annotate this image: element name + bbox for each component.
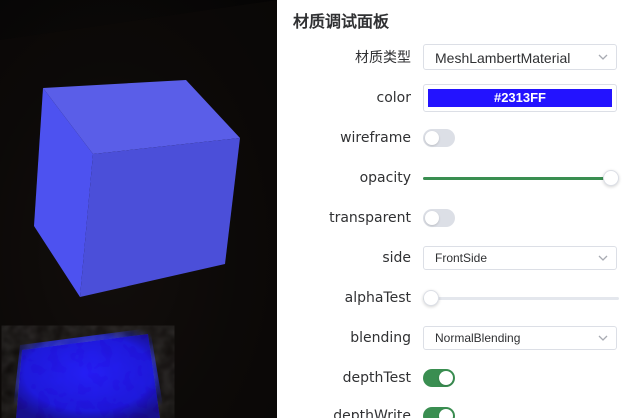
opacity-slider[interactable] — [423, 170, 619, 186]
color-label: color — [376, 90, 411, 106]
transparent-label: transparent — [329, 210, 411, 226]
chevron-down-icon — [598, 255, 608, 261]
opacity-slider-thumb[interactable] — [603, 170, 619, 186]
wireframe-toggle-knob — [425, 131, 439, 145]
row-transparent: transparent — [277, 202, 633, 234]
material-type-label: 材质类型 — [355, 50, 411, 66]
color-picker[interactable]: #2313FF — [423, 84, 617, 112]
row-side: side FrontSide — [277, 242, 633, 274]
side-select[interactable]: FrontSide — [423, 246, 617, 270]
chevron-down-icon — [598, 335, 608, 341]
row-depthtest: depthTest — [277, 362, 633, 394]
material-type-select[interactable]: MeshLambertMaterial — [423, 44, 617, 70]
panel-title: 材质调试面板 — [293, 12, 390, 31]
row-color: color #2313FF — [277, 82, 633, 114]
opacity-slider-fill — [423, 177, 611, 180]
scene-viewport[interactable] — [0, 0, 277, 418]
depthtest-toggle-knob — [439, 371, 453, 385]
row-wireframe: wireframe — [277, 122, 633, 154]
transparent-toggle-knob — [425, 211, 439, 225]
alphatest-slider-thumb[interactable] — [423, 290, 439, 306]
wireframe-toggle[interactable] — [423, 129, 455, 147]
alphatest-slider[interactable] — [423, 290, 619, 306]
transparent-toggle[interactable] — [423, 209, 455, 227]
side-label: side — [382, 250, 411, 266]
opacity-label: opacity — [359, 170, 411, 186]
wireframe-label: wireframe — [340, 130, 411, 146]
blending-label: blending — [350, 330, 411, 346]
blending-select[interactable]: NormalBlending — [423, 326, 617, 350]
scene-canvas — [0, 0, 277, 418]
depthwrite-toggle-knob — [439, 409, 453, 418]
depthtest-label: depthTest — [342, 370, 411, 386]
row-material-type: 材质类型 MeshLambertMaterial — [277, 42, 633, 74]
material-type-value: MeshLambertMaterial — [435, 50, 571, 66]
row-depthwrite: depthWrite — [277, 400, 633, 418]
material-debug-panel: 材质调试面板 材质类型 MeshLambertMaterial color #2… — [277, 0, 633, 418]
cube-mesh[interactable] — [34, 80, 240, 297]
row-opacity: opacity — [277, 162, 633, 194]
row-alphatest: alphaTest — [277, 282, 633, 314]
row-blending: blending NormalBlending — [277, 322, 633, 354]
alphatest-label: alphaTest — [344, 290, 411, 306]
side-value: FrontSide — [435, 251, 488, 265]
depthwrite-label: depthWrite — [333, 408, 411, 418]
depthtest-toggle[interactable] — [423, 369, 455, 387]
color-swatch: #2313FF — [428, 89, 612, 107]
blending-value: NormalBlending — [435, 331, 521, 345]
chevron-down-icon — [598, 54, 608, 60]
depthwrite-toggle[interactable] — [423, 407, 455, 418]
